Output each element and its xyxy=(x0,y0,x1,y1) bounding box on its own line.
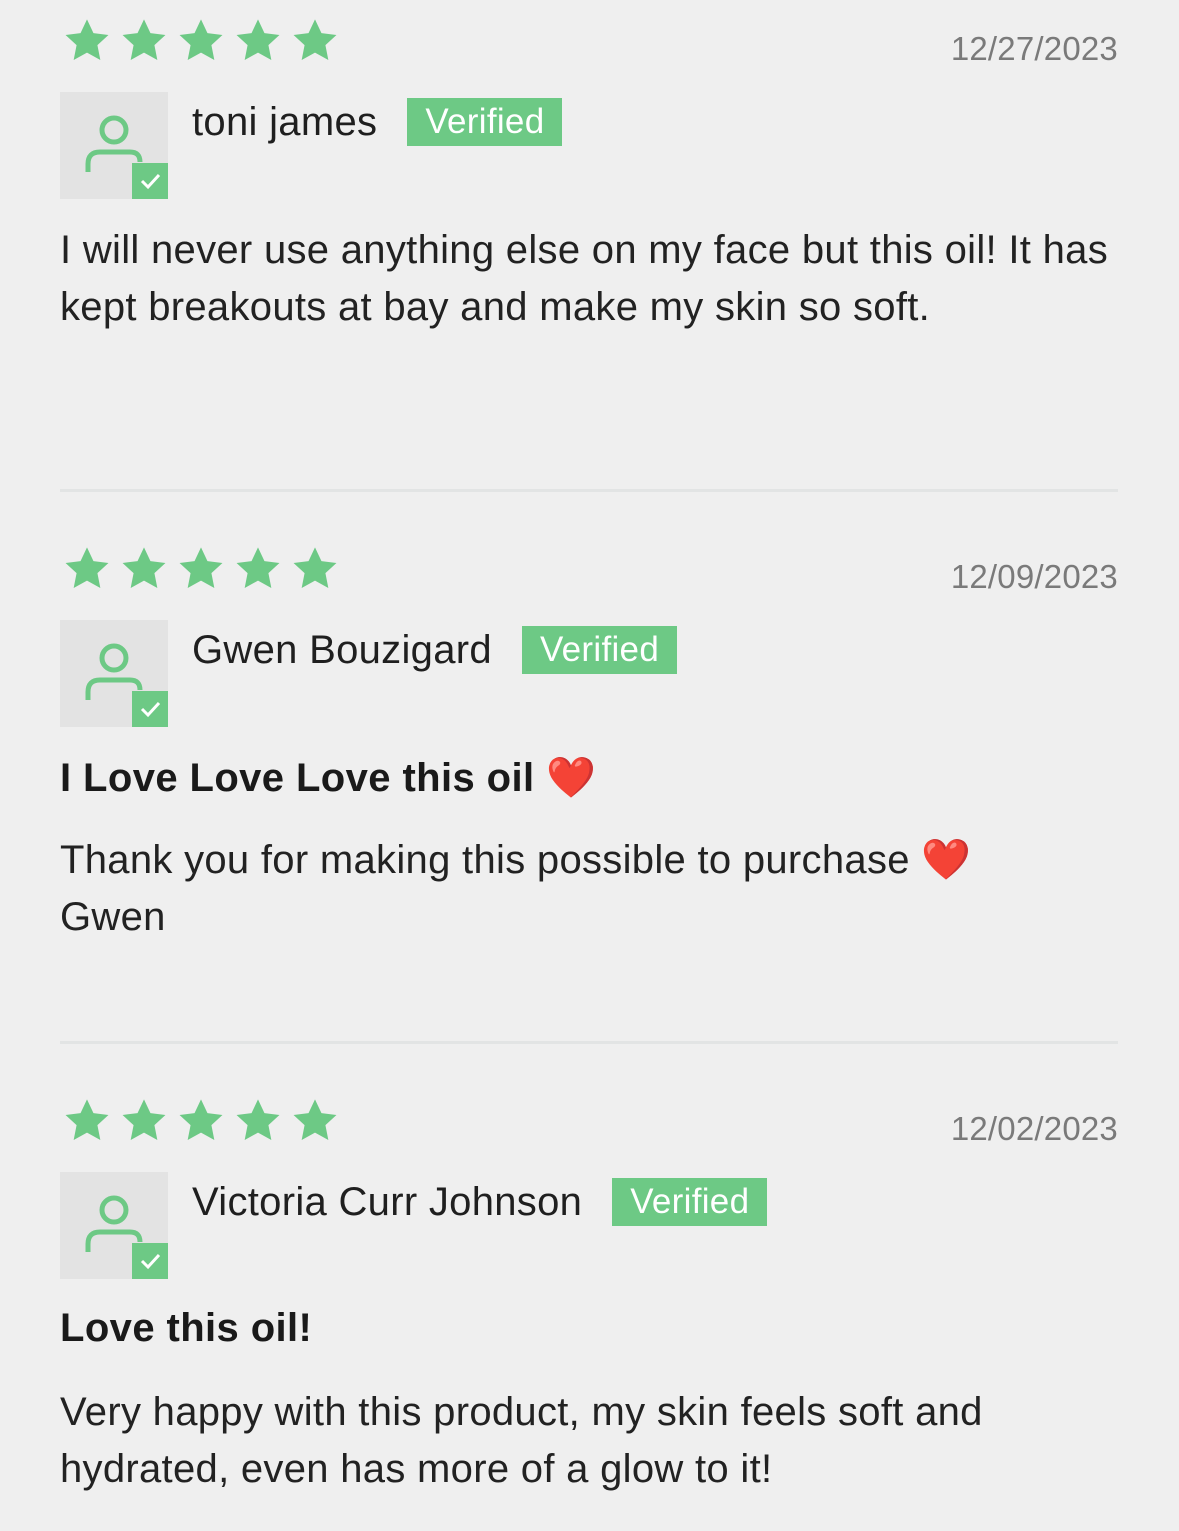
author-row: Victoria Curr Johnson Verified xyxy=(192,1178,768,1226)
verified-badge: Verified xyxy=(407,98,563,146)
star-icon xyxy=(117,1096,171,1146)
author-name: toni james xyxy=(192,99,378,144)
verified-badge: Verified xyxy=(521,626,678,674)
star-icon xyxy=(231,544,285,594)
star-icon xyxy=(60,16,114,66)
star-icon xyxy=(117,544,171,594)
author-row: Gwen Bouzigard Verified xyxy=(192,626,678,674)
star-icon xyxy=(174,1096,228,1146)
star-rating xyxy=(60,16,342,66)
author-name: Gwen Bouzigard xyxy=(192,627,492,672)
review-date: 12/09/2023 xyxy=(950,558,1118,595)
user-avatar-icon xyxy=(60,1172,168,1279)
review-title: I Love Love Love this oil ❤️ xyxy=(60,756,597,800)
star-icon xyxy=(60,544,114,594)
author-name: Victoria Curr Johnson xyxy=(192,1179,583,1224)
divider xyxy=(60,1041,1118,1044)
author-row: toni james Verified xyxy=(192,98,563,146)
star-icon xyxy=(174,16,228,66)
verified-badge: Verified xyxy=(612,1178,768,1226)
user-avatar-icon xyxy=(60,92,168,199)
star-icon xyxy=(288,16,342,66)
star-icon xyxy=(288,1096,342,1146)
review-body: Thank you for making this possible to pu… xyxy=(60,838,972,939)
divider xyxy=(60,489,1118,492)
star-rating xyxy=(60,1096,342,1146)
review-date: 12/02/2023 xyxy=(950,1110,1118,1147)
star-icon xyxy=(60,1096,114,1146)
star-icon xyxy=(117,16,171,66)
star-icon xyxy=(231,1096,285,1146)
star-icon xyxy=(231,16,285,66)
star-icon xyxy=(288,544,342,594)
star-rating xyxy=(60,544,342,594)
star-icon xyxy=(174,544,228,594)
review-body: Very happy with this product, my skin fe… xyxy=(60,1390,983,1491)
review-title: Love this oil! xyxy=(60,1306,313,1350)
review-date: 12/27/2023 xyxy=(950,30,1118,67)
review-body: I will never use anything else on my fac… xyxy=(60,228,1109,329)
user-avatar-icon xyxy=(60,620,168,727)
